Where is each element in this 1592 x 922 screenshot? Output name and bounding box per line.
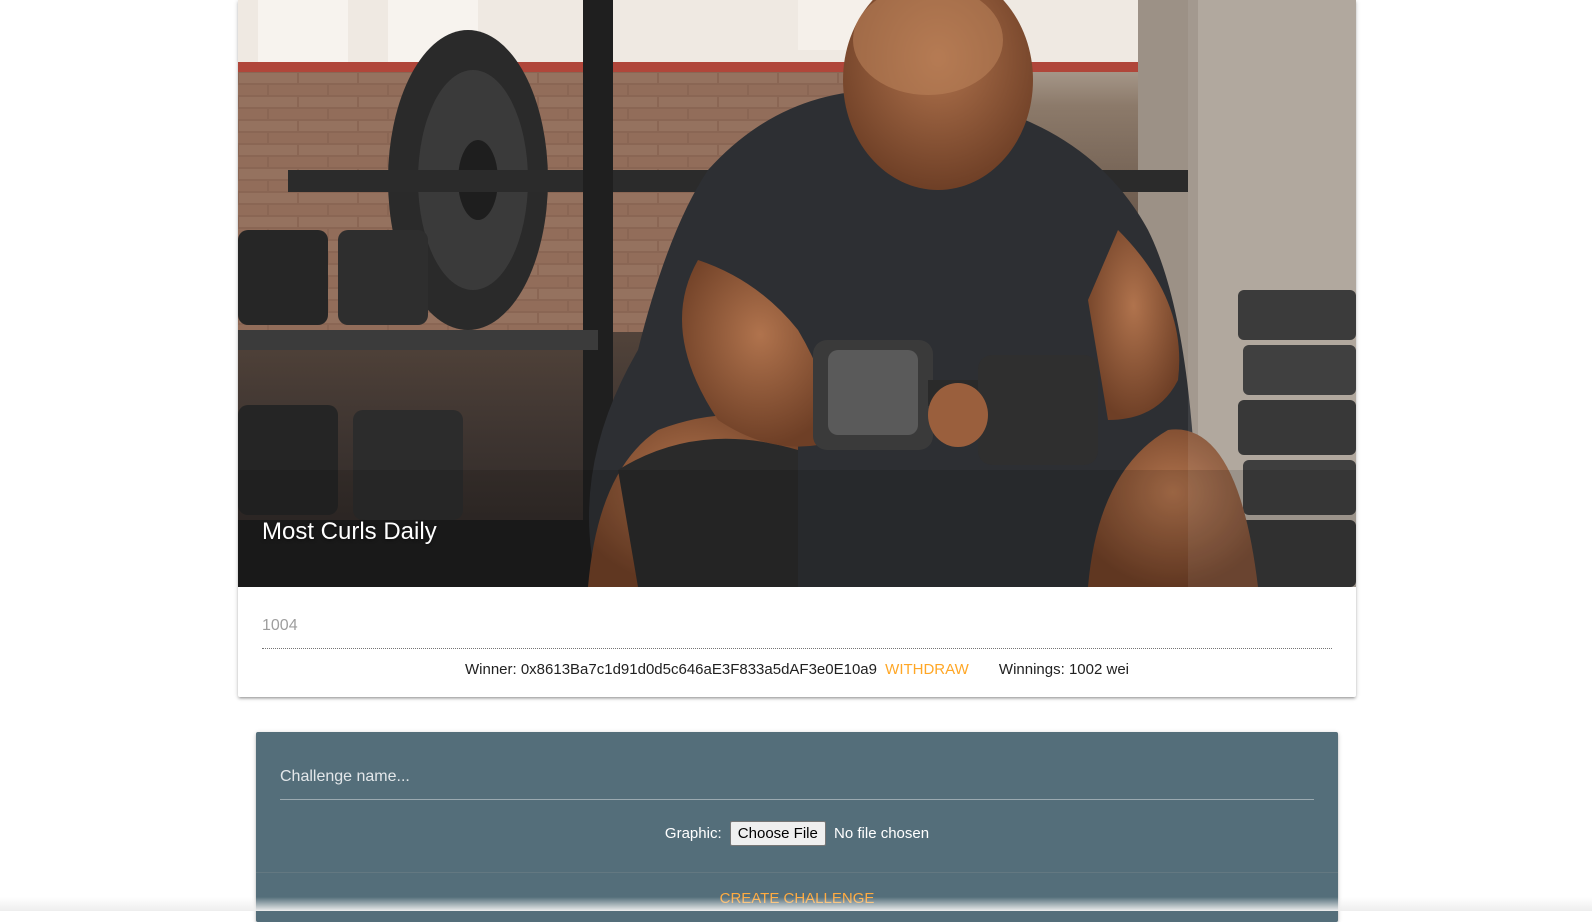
choose-file-button[interactable]: Choose File xyxy=(729,821,826,846)
bottom-shade xyxy=(0,897,1592,911)
winner-label: Winner: xyxy=(464,661,517,678)
challenge-value: 1004 xyxy=(262,617,298,634)
form-divider xyxy=(256,872,1338,873)
no-file-text: No file chosen xyxy=(834,825,930,842)
withdraw-link[interactable]: WITHDRAW xyxy=(885,661,969,678)
challenge-card: Most Curls Daily 1004 Winner: 0x8613Ba7c… xyxy=(238,0,1356,697)
card-action-row: Winner: 0x8613Ba7c1d91d0d5c646aE3F833a5d… xyxy=(238,661,1356,678)
gym-photo xyxy=(238,0,1356,587)
winner-address: 0x8613Ba7c1d91d0d5c646aE3F833a5dAF3e0E10… xyxy=(520,661,877,678)
graphic-label: Graphic: xyxy=(664,825,722,842)
winnings-text: Winnings: 1002 wei xyxy=(998,661,1129,678)
challenge-title: Most Curls Daily xyxy=(262,518,437,545)
card-divider xyxy=(262,648,1332,649)
challenge-name-input[interactable] xyxy=(280,754,1314,800)
graphic-file-row: Graphic: Choose File No file chosen xyxy=(256,821,1338,846)
challenge-image: Most Curls Daily xyxy=(238,0,1356,587)
create-challenge-form: Graphic: Choose File No file chosen CREA… xyxy=(256,732,1338,922)
